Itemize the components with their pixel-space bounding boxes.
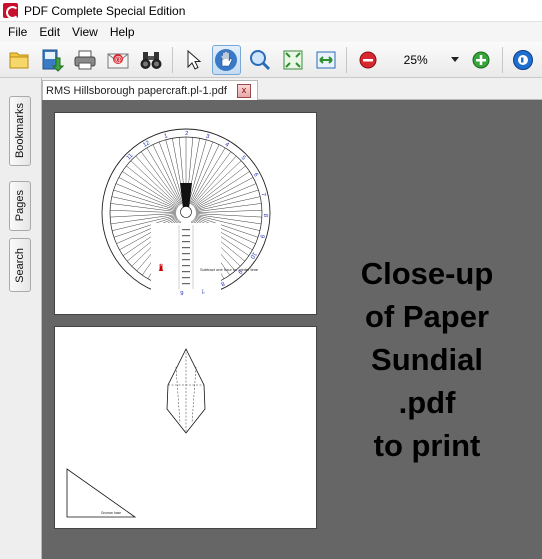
pdf-page-2[interactable]: Gnomon base <box>54 326 317 529</box>
side-tab-bookmarks-label: Bookmarks <box>14 103 26 159</box>
dial-hour-label: 1 <box>164 133 169 140</box>
gnomon-cutout-drawing: Gnomon base <box>66 348 206 518</box>
pdf-page-1[interactable]: 11 12 1 2 3 4 5 6 7 8 9 10 9 8 7 6 N Subtract one hour … <box>54 112 317 315</box>
print-button[interactable] <box>70 45 99 75</box>
print-icon <box>74 50 96 69</box>
caption-line: of Paper <box>364 299 490 334</box>
menu-bar: File Edit View Help <box>0 22 542 42</box>
dial-ray <box>140 151 181 206</box>
menu-file[interactable]: File <box>2 23 33 41</box>
dial-ray <box>195 213 262 218</box>
hand-icon <box>215 48 238 71</box>
dial-hour-label: 8 <box>262 214 268 218</box>
tab-document[interactable]: RMS Hillsborough papercraft.pl-1.pdf x <box>42 80 258 100</box>
caption-line: Close-up <box>360 256 494 291</box>
side-tab-search-label: Search <box>14 247 26 283</box>
fit-width-icon <box>316 51 336 68</box>
dial-ray <box>110 213 177 218</box>
menu-edit[interactable]: Edit <box>33 23 66 41</box>
dial-ray <box>195 196 261 212</box>
find-button[interactable] <box>137 45 166 75</box>
dial-hour-label: 12 <box>142 140 151 149</box>
toolbar-separator <box>171 46 173 73</box>
side-panel: Bookmarks Pages Search <box>0 78 42 559</box>
menu-help[interactable]: Help <box>104 23 141 41</box>
dial-hour-label: 7 <box>260 192 267 197</box>
select-tool-button[interactable] <box>179 45 208 75</box>
toolbar-separator <box>501 46 503 73</box>
side-tab-bookmarks[interactable]: Bookmarks <box>9 96 31 166</box>
dial-hour-label: 3 <box>205 134 210 141</box>
fit-page-icon <box>283 50 303 69</box>
fit-page-button[interactable] <box>278 45 307 75</box>
zoom-dropdown-icon[interactable] <box>450 57 459 62</box>
dial-ray <box>122 171 178 208</box>
hand-tool-button[interactable] <box>211 44 241 75</box>
save-button[interactable] <box>37 45 66 75</box>
open-folder-icon <box>9 52 29 68</box>
zoom-tool-button[interactable] <box>245 45 274 75</box>
fit-width-button[interactable] <box>311 45 340 75</box>
title-bar: PDF Complete Special Edition <box>0 0 542 22</box>
open-button[interactable] <box>4 45 33 75</box>
dial-ray <box>113 189 177 211</box>
side-tab-pages[interactable]: Pages <box>9 181 31 231</box>
document-tab-strip: RMS Hillsborough papercraft.pl-1.pdf x <box>42 78 542 100</box>
dial-hour-label: 2 <box>185 131 189 137</box>
web-button[interactable] <box>509 45 538 75</box>
magnifier-icon <box>249 49 270 70</box>
side-tab-search[interactable]: Search <box>9 238 31 292</box>
menu-view[interactable]: View <box>66 23 104 41</box>
pdf-complete-logo-icon <box>3 3 19 19</box>
caption-line: Sundial <box>371 342 483 377</box>
dial-ray <box>195 189 259 211</box>
north-label: N <box>159 264 163 270</box>
dial-hour-label: 9 <box>258 234 265 240</box>
sundial-dial-drawing: 11121 2 3456789109876 N Subtract one hour … <box>101 128 271 309</box>
email-icon: @ <box>107 53 129 68</box>
zoom-in-button[interactable] <box>467 45 496 75</box>
window-title: PDF Complete Special Edition <box>24 3 186 18</box>
sundial-caption: Close-up of Paper Sundial .pdf to print <box>337 252 517 467</box>
dial-ray <box>191 151 232 206</box>
toolbar-separator <box>346 46 348 73</box>
dial-ray <box>194 171 250 208</box>
dial-ray <box>111 196 177 212</box>
zoom-out-button[interactable] <box>353 45 382 75</box>
arrow-cursor-icon <box>187 49 202 70</box>
triangle-label: Gnomon base <box>101 511 121 515</box>
toolbar: @ 25% <box>0 42 542 78</box>
dial-ray <box>110 214 177 225</box>
caption-line: to print <box>373 428 481 463</box>
dial-ray <box>195 214 262 225</box>
tab-document-label: RMS Hillsborough papercraft.pl-1.pdf <box>46 84 227 97</box>
zoom-level[interactable]: 25% <box>387 53 445 67</box>
zoom-in-icon <box>472 51 490 68</box>
caption-line: .pdf <box>398 385 456 420</box>
document-canvas[interactable]: 11 12 1 2 3 4 5 6 7 8 9 10 9 8 7 6 N Subtract one hour … <box>42 100 542 559</box>
svg-text:@: @ <box>114 55 122 64</box>
zoom-out-icon <box>359 51 377 68</box>
globe-icon <box>513 49 534 70</box>
dial-hour-label: 10 <box>248 251 257 260</box>
binoculars-icon <box>140 51 162 69</box>
close-tab-icon[interactable]: x <box>236 83 251 98</box>
dial-note: Subtract one hour for winter time <box>200 267 259 272</box>
save-icon <box>42 49 64 72</box>
email-button[interactable]: @ <box>103 45 132 75</box>
side-tab-pages-label: Pages <box>14 190 26 222</box>
